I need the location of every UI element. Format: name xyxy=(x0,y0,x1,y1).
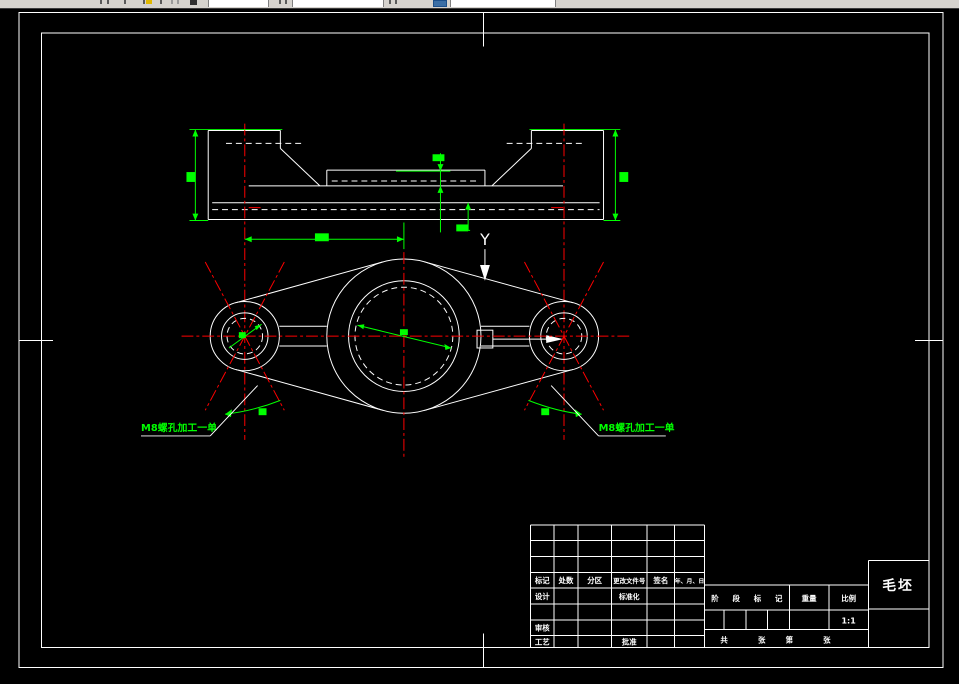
tb-scale-label: 比例 xyxy=(841,593,856,603)
plan-view[interactable] xyxy=(181,252,631,457)
tb-sheet-no-label: 第 xyxy=(786,634,794,644)
front-view-dimensions[interactable] xyxy=(186,129,629,250)
note-right: M8螺孔加工一单 xyxy=(599,421,675,434)
dim-text xyxy=(456,224,469,232)
tb-standardization-label: 标准化 xyxy=(618,592,640,601)
slot-detail[interactable] xyxy=(476,329,494,349)
dim-arrow xyxy=(465,202,472,210)
dim-text xyxy=(314,233,329,242)
tb-date-label: 年、月、日 xyxy=(675,577,705,585)
toolbar-input-3[interactable] xyxy=(450,0,556,7)
dim-text xyxy=(238,332,246,339)
dim-arrow xyxy=(574,409,582,418)
title-block: 标记 处数 分区 更改文件号 签名 年、月、日 设计 标准化 审核 工艺 批准 … xyxy=(529,524,929,648)
tb-scale-value: 1:1 xyxy=(842,617,856,626)
datum-label: Y xyxy=(479,230,490,249)
tb-review-label: 审核 xyxy=(535,623,550,633)
tb-weight-label: 重量 xyxy=(802,593,817,603)
toolbar-button-edge[interactable] xyxy=(143,0,145,4)
yellow-pencil-icon[interactable] xyxy=(146,0,152,4)
tb-stage-mark-label: 阶段标记 xyxy=(711,593,783,603)
dim-text xyxy=(541,408,550,416)
toolbar-button-edge[interactable] xyxy=(124,0,126,4)
toolbar-button-edge[interactable] xyxy=(285,0,287,4)
toolbar-input-1[interactable] xyxy=(208,0,269,7)
tb-sheets-total-label: 共 xyxy=(720,634,728,644)
part-name: 毛坯 xyxy=(882,577,914,594)
blue-app-icon[interactable] xyxy=(433,0,447,7)
tb-count-label: 处数 xyxy=(558,575,574,585)
tool-icon[interactable] xyxy=(190,0,197,5)
tb-sheet-no-unit: 张 xyxy=(823,635,831,644)
dim-arrow xyxy=(244,236,252,243)
title-block-grid xyxy=(529,524,929,648)
dim-arrow xyxy=(444,344,452,350)
note-left: M8螺孔加工一单 xyxy=(141,421,217,434)
toolbar-separator xyxy=(177,0,179,4)
toolbar-button-edge[interactable] xyxy=(100,0,102,4)
tb-mark-label: 标记 xyxy=(534,575,550,585)
dim-text xyxy=(432,154,445,162)
toolbar-button-edge[interactable] xyxy=(107,0,109,4)
toolbar-button-edge[interactable] xyxy=(395,0,397,4)
dim-text xyxy=(258,408,267,416)
dim-arrow xyxy=(192,129,199,137)
toolbar-input-2[interactable] xyxy=(292,0,384,7)
toolbar-separator xyxy=(171,0,173,4)
cad-canvas[interactable]: Y M8螺孔加工一单 M8螺孔加工一单 标记 处数 分区 更改文件号 签名 年、… xyxy=(0,8,959,684)
tb-design-label: 设计 xyxy=(535,591,550,601)
dim-arrow xyxy=(192,213,199,221)
front-hidden-lines[interactable] xyxy=(212,142,600,211)
toolbar xyxy=(0,0,959,9)
tb-zone-label: 分区 xyxy=(587,575,602,585)
dim-text xyxy=(619,172,629,182)
dim-lines[interactable] xyxy=(189,129,621,250)
tb-approve-label: 批准 xyxy=(622,636,637,646)
left-angle-dim[interactable] xyxy=(224,399,281,415)
tb-process-label: 工艺 xyxy=(535,636,550,646)
datum-marker[interactable]: Y xyxy=(479,230,490,281)
dim-arrow xyxy=(612,213,619,221)
dim-text xyxy=(399,329,408,336)
tb-change-doc-label: 更改文件号 xyxy=(613,576,646,585)
tb-sheets-total-unit: 张 xyxy=(758,635,766,644)
dim-text xyxy=(186,172,196,182)
toolbar-button-edge[interactable] xyxy=(160,0,162,4)
dim-arrow xyxy=(396,236,404,243)
cad-application: Y M8螺孔加工一单 M8螺孔加工一单 标记 处数 分区 更改文件号 签名 年、… xyxy=(0,0,959,684)
toolbar-button-edge[interactable] xyxy=(279,0,281,4)
dim-arrow xyxy=(612,129,619,137)
tb-signature-label: 签名 xyxy=(652,575,668,585)
right-angle-dim[interactable] xyxy=(528,399,582,415)
toolbar-button-edge[interactable] xyxy=(389,0,391,4)
inner-border xyxy=(41,32,930,648)
dim-arrow xyxy=(437,185,444,193)
